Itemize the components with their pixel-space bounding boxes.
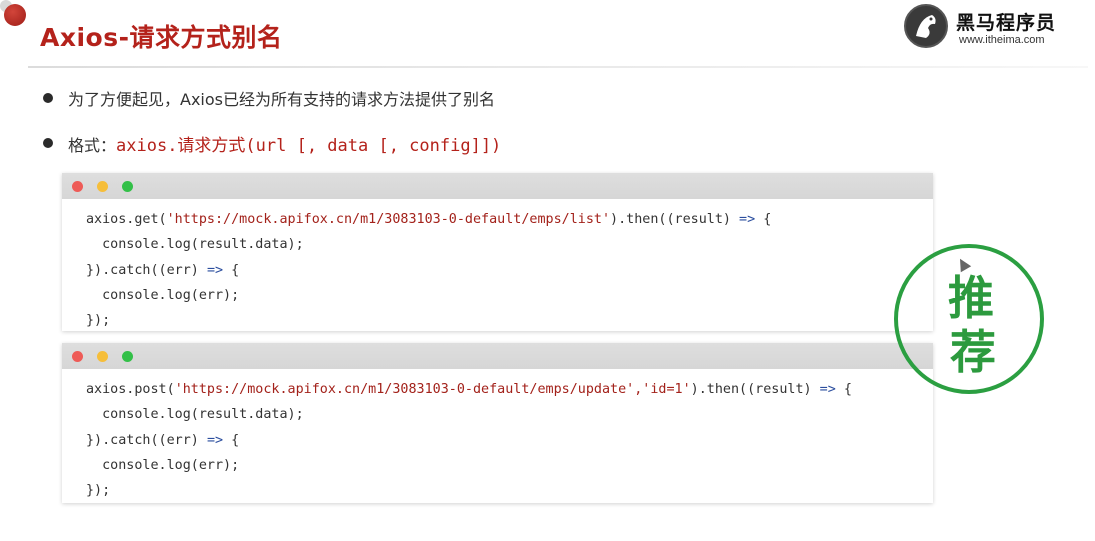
code-line: }).catch((err) => { <box>86 432 240 448</box>
format-label: 格式： <box>68 136 117 155</box>
bullet-text: 为了方便起见，Axios已经为所有支持的请求方法提供了别名 <box>68 90 495 109</box>
window-titlebar <box>62 343 933 369</box>
code-line: axios.post('https://mock.apifox.cn/m1/30… <box>86 382 852 397</box>
format-code: axios.请求方式(url [, data [, config]]) <box>116 136 502 156</box>
bullet-format: 格式：axios.请求方式(url [, data [, config]]) <box>68 131 501 156</box>
code-line: console.log(result.data); <box>86 237 304 253</box>
bullet-dot-icon <box>43 138 53 148</box>
minimize-dot-icon <box>97 181 108 192</box>
code-line: console.log(err); <box>86 457 240 473</box>
code-line: }); <box>86 313 111 329</box>
page-title: Axios-请求方式别名 <box>40 23 283 52</box>
stamp-char: 荐 <box>950 325 996 379</box>
brand-url: www.itheima.com <box>959 34 1045 46</box>
code-line: console.log(result.data); <box>86 407 304 423</box>
horse-logo-icon <box>904 4 948 48</box>
code-block: axios.post('https://mock.apifox.cn/m1/30… <box>62 369 933 503</box>
maximize-dot-icon <box>122 181 133 192</box>
minimize-dot-icon <box>97 351 108 362</box>
close-dot-icon <box>72 351 83 362</box>
code-line: axios.get('https://mock.apifox.cn/m1/308… <box>86 212 772 227</box>
decorative-dot-red <box>4 4 26 26</box>
brand-name: 黑马程序员 <box>956 12 1057 34</box>
bullet-dot-icon <box>43 93 53 103</box>
maximize-dot-icon <box>122 351 133 362</box>
window-titlebar <box>62 173 933 199</box>
code-window: axios.post('https://mock.apifox.cn/m1/30… <box>62 343 933 503</box>
title-divider <box>28 66 1088 68</box>
close-dot-icon <box>72 181 83 192</box>
code-window: axios.get('https://mock.apifox.cn/m1/308… <box>62 173 933 331</box>
code-line: }); <box>86 483 111 499</box>
code-line: }).catch((err) => { <box>86 262 240 278</box>
brand-logo: 黑马程序员 www.itheima.com <box>904 4 1084 50</box>
code-line: console.log(err); <box>86 287 240 303</box>
code-block: axios.get('https://mock.apifox.cn/m1/308… <box>62 199 933 333</box>
